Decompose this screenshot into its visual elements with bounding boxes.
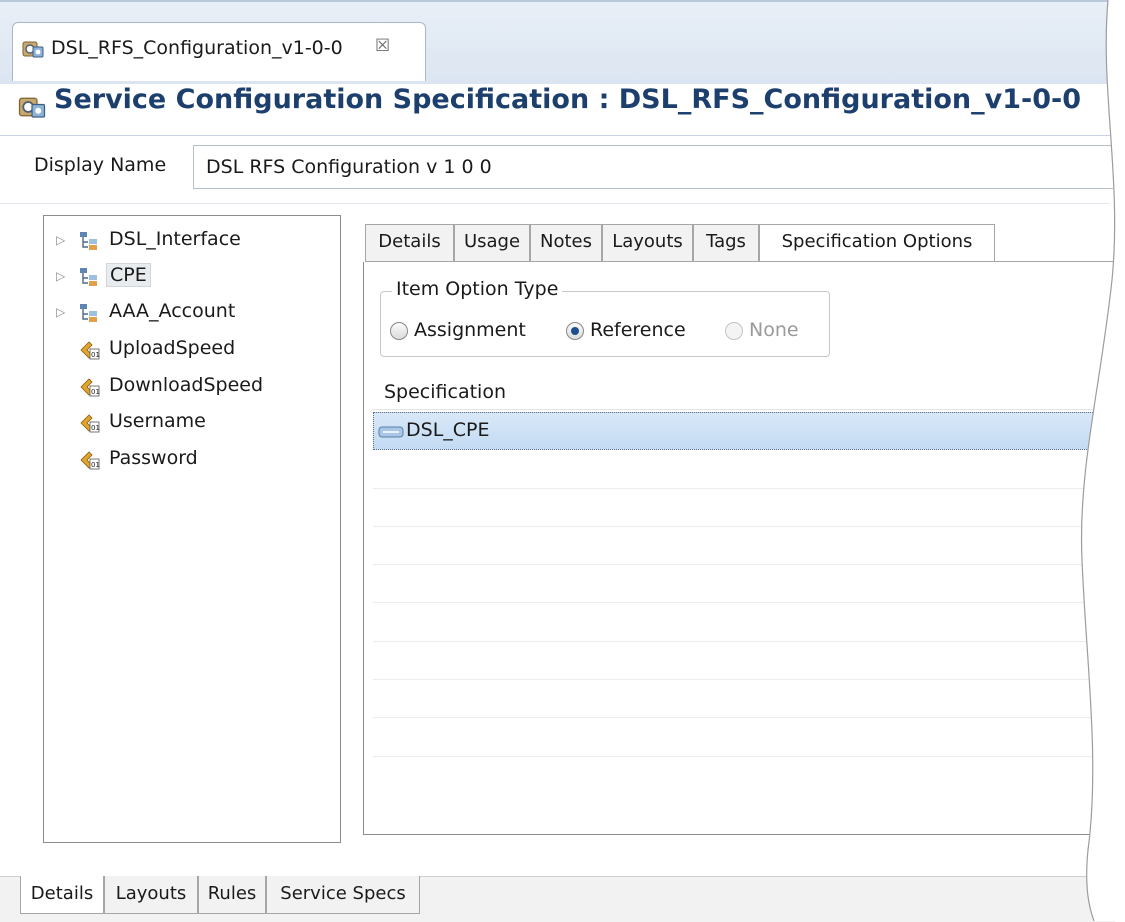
structure-icon [80, 304, 97, 322]
radio-label: None [749, 319, 799, 341]
characteristic-icon: 01 [80, 378, 100, 397]
tab-notes[interactable]: Notes [530, 224, 602, 261]
characteristic-icon: 01 [80, 451, 100, 470]
tab-layouts[interactable]: Layouts [104, 876, 198, 914]
table-row[interactable]: DSL_CPE [373, 412, 1111, 450]
svg-text:01: 01 [91, 351, 100, 359]
tab-details[interactable]: Details [365, 224, 454, 261]
editor-tab-label: DSL_RFS_Configuration_v1-0-0 [51, 37, 343, 59]
tree-item-username[interactable]: 01 Username [44, 406, 340, 440]
tree-item-label: DSL_Interface [109, 228, 241, 250]
structure-tree[interactable]: ▷ DSL_Interface ▷ CPE ▷ AAA_Account 01 U… [43, 215, 341, 843]
expand-arrow-icon[interactable]: ▷ [56, 305, 65, 319]
radio-label: Assignment [414, 319, 526, 341]
tree-item-label: CPE [106, 263, 151, 287]
spec-icon [22, 41, 44, 58]
characteristic-icon: 01 [80, 341, 100, 360]
tree-item-dsl-interface[interactable]: ▷ DSL_Interface [44, 224, 340, 258]
specification-name: DSL_CPE [406, 419, 490, 441]
tab-usage[interactable]: Usage [454, 224, 530, 261]
grid-line [373, 488, 1111, 489]
radio-button[interactable] [390, 322, 408, 340]
tree-item-downloadspeed[interactable]: 01 DownloadSpeed [44, 370, 340, 404]
tree-item-label: UploadSpeed [109, 337, 236, 359]
divider [0, 135, 1110, 136]
display-name-label: Display Name [34, 154, 167, 176]
expand-arrow-icon[interactable]: ▷ [56, 233, 65, 247]
grid-line [373, 717, 1111, 718]
torn-edge [1080, 0, 1125, 921]
grid-line [373, 602, 1111, 603]
page-title: Service Configuration Specification : DS… [54, 84, 1082, 115]
structure-icon [80, 268, 97, 286]
tab-specification-options[interactable]: Specification Options [759, 224, 995, 262]
svg-text:01: 01 [91, 388, 100, 396]
grid-line [373, 526, 1111, 527]
tree-item-label: Username [109, 410, 206, 432]
radio-button[interactable] [566, 322, 584, 340]
spec-icon [18, 97, 46, 118]
characteristic-icon: 01 [80, 414, 100, 433]
grid-line [373, 641, 1111, 642]
grid-line [373, 679, 1111, 680]
specification-reference-icon [378, 426, 404, 438]
tree-item-aaa-account[interactable]: ▷ AAA_Account [44, 296, 340, 330]
tree-item-label: DownloadSpeed [109, 374, 264, 396]
radio-button [725, 322, 743, 340]
divider [0, 203, 1110, 204]
tab-tags[interactable]: Tags [693, 224, 759, 261]
item-option-type-legend: Item Option Type [392, 278, 563, 300]
grid-line [373, 564, 1111, 565]
tree-item-password[interactable]: 01 Password [44, 443, 340, 477]
specification-column-header[interactable]: Specification [372, 375, 1112, 410]
tab-layouts[interactable]: Layouts [602, 224, 693, 261]
expand-arrow-icon[interactable]: ▷ [56, 269, 65, 283]
tree-item-uploadspeed[interactable]: 01 UploadSpeed [44, 333, 340, 367]
structure-icon [80, 232, 97, 250]
radio-label: Reference [590, 319, 686, 341]
tree-item-label: AAA_Account [109, 300, 236, 322]
svg-text:01: 01 [91, 424, 100, 432]
tree-item-label: Password [109, 447, 198, 469]
close-icon[interactable]: ☒ [375, 36, 390, 56]
tree-item-cpe[interactable]: ▷ CPE [44, 260, 340, 294]
grid-line [373, 756, 1111, 757]
tab-details[interactable]: Details [20, 876, 104, 914]
svg-text:01: 01 [91, 461, 100, 469]
editor-tab[interactable]: DSL_RFS_Configuration_v1-0-0 ☒ [12, 22, 426, 81]
tab-service-specs[interactable]: Service Specs [266, 876, 420, 914]
tab-rules[interactable]: Rules [198, 876, 266, 914]
display-name-field[interactable]: DSL RFS Configuration v 1 0 0 [193, 145, 1113, 189]
